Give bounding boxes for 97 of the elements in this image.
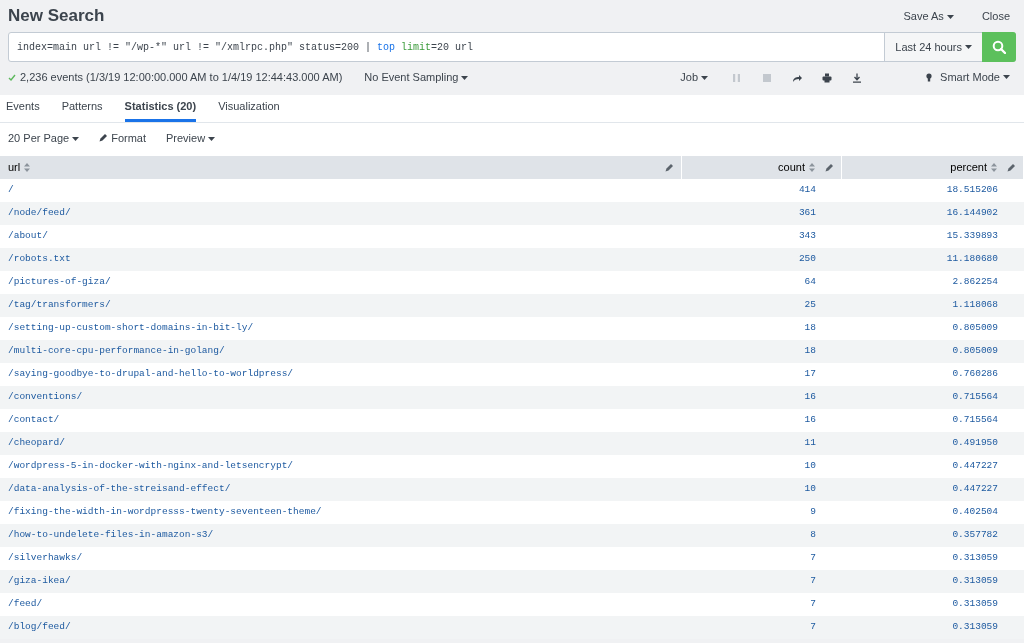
check-icon xyxy=(8,73,16,81)
table-cell: 18 xyxy=(804,344,816,359)
table-cell: 414 xyxy=(798,183,816,198)
table-cell: 16 xyxy=(804,413,816,428)
table-cell: 10 xyxy=(804,459,816,474)
url-cell: /tag/transformers/ xyxy=(8,298,111,313)
pencil-icon[interactable] xyxy=(1007,163,1015,172)
url-cell: /node/feed/ xyxy=(8,206,71,221)
lightbulb-icon xyxy=(926,72,933,82)
table-cell: 7 xyxy=(810,620,816,635)
table-cell: 7 xyxy=(810,551,816,566)
table-cell: 17 xyxy=(804,367,816,382)
pencil-icon xyxy=(99,134,108,142)
table-cell: 25 xyxy=(804,298,816,313)
table-cell: 2.862254 xyxy=(952,275,998,290)
table-cell: 0.402504 xyxy=(952,505,998,520)
table-cell: 11 xyxy=(804,436,816,451)
results-tab[interactable]: Events xyxy=(6,94,40,122)
url-cell: /blog/feed/ xyxy=(8,620,71,635)
url-cell: /robots.txt xyxy=(8,252,71,267)
url-cell: /how-to-undelete-files-in-amazon-s3/ xyxy=(8,528,214,543)
table-cell: 0.805009 xyxy=(952,321,998,336)
caret-icon xyxy=(208,136,216,141)
table-cell: 0.805009 xyxy=(952,344,998,359)
caret-icon xyxy=(701,75,709,80)
pencil-icon[interactable] xyxy=(825,163,833,172)
table-cell: 343 xyxy=(798,229,816,244)
table-cell: 9 xyxy=(810,505,816,520)
per-page-dropdown[interactable]: 20 Per Page xyxy=(8,129,80,147)
results-tab[interactable]: Visualization xyxy=(218,94,280,122)
table-cell: 0.313059 xyxy=(952,597,998,612)
sampling-dropdown[interactable]: No Event Sampling xyxy=(358,68,475,86)
mode-dropdown[interactable]: Smart Mode xyxy=(920,68,1016,86)
url-cell: /data-analysis-of-the-streisand-effect/ xyxy=(8,482,231,497)
search-bar[interactable]: index=main url != "/wp-*" url != "/xmlrpc.php" status=200 | top limit=20 url Last 24 hours xyxy=(8,32,1016,62)
table-cell: 8 xyxy=(810,528,816,543)
table-cell: 0.313059 xyxy=(952,620,998,635)
pencil-icon[interactable] xyxy=(665,163,673,172)
url-cell: /giza-ikea/ xyxy=(8,574,71,589)
table-cell: 0.715564 xyxy=(952,390,998,405)
caret-icon xyxy=(1003,75,1010,79)
url-cell: /contact/ xyxy=(8,413,60,428)
sort-icon xyxy=(809,163,815,172)
caret-icon xyxy=(72,136,80,141)
table-cell: 0.447227 xyxy=(952,459,998,474)
url-cell: /silverhawks/ xyxy=(8,551,83,566)
url-cell: /pictures-of-giza/ xyxy=(8,275,111,290)
share-icon[interactable] xyxy=(792,72,803,83)
event-summary: 2,236 events (1/3/19 12:00:00.000 AM to 1/4/19 12:44:43.000 AM) xyxy=(20,69,343,85)
table-cell: 7 xyxy=(810,574,816,589)
column-header[interactable]: url xyxy=(8,159,31,176)
table-cell: 7 xyxy=(810,597,816,612)
table-cell: 1.118068 xyxy=(952,298,998,313)
table-cell: 64 xyxy=(804,275,816,290)
table-cell: 250 xyxy=(798,252,816,267)
url-cell: /wordpress-5-in-docker-with-nginx-and-letsencrypt/ xyxy=(8,459,294,474)
table-cell: 0.313059 xyxy=(952,574,998,589)
table-cell: 0.715564 xyxy=(952,413,998,428)
url-cell: /setting-up-custom-short-domains-in-bit-ly/ xyxy=(8,321,254,336)
menu-button[interactable]: Close xyxy=(975,7,1016,25)
job-dropdown[interactable]: Job xyxy=(674,68,715,86)
table-cell: 10 xyxy=(804,482,816,497)
table-cell: 18 xyxy=(804,321,816,336)
url-cell: /cheopard/ xyxy=(8,436,65,451)
print-icon[interactable] xyxy=(822,72,833,83)
url-cell: /fixing-the-width-in-wordpresss-twenty-seventeen-theme/ xyxy=(8,505,322,520)
table-cell: 0.760286 xyxy=(952,367,998,382)
download-icon[interactable] xyxy=(852,72,863,83)
format-button[interactable]: Format xyxy=(99,129,146,147)
table-cell: 0.313059 xyxy=(952,551,998,566)
table-cell: 361 xyxy=(798,206,816,221)
table-cell: 18.515206 xyxy=(946,183,998,198)
caret-icon xyxy=(461,75,469,80)
column-header[interactable]: percent xyxy=(950,159,997,176)
preview-dropdown[interactable]: Preview xyxy=(166,129,216,147)
table-cell: 15.339893 xyxy=(946,229,998,244)
table-cell: 16 xyxy=(804,390,816,405)
url-cell: /saying-goodbye-to-drupal-and-hello-to-worldpress/ xyxy=(8,367,294,382)
time-range-dropdown[interactable]: Last 24 hours xyxy=(884,33,982,61)
url-cell: /conventions/ xyxy=(8,390,83,405)
page-title: New Search xyxy=(8,5,105,27)
url-cell: /feed/ xyxy=(8,597,43,612)
search-icon xyxy=(992,40,1006,54)
column-header[interactable]: count xyxy=(778,159,815,176)
menu-button[interactable]: Save As xyxy=(897,7,960,25)
caret-icon xyxy=(965,45,972,49)
table-cell: 0.357782 xyxy=(952,528,998,543)
url-cell: / xyxy=(8,183,14,198)
url-cell: /about/ xyxy=(8,229,48,244)
table-cell: 16.144902 xyxy=(946,206,998,221)
sort-icon xyxy=(24,163,31,172)
table-cell: 0.447227 xyxy=(952,482,998,497)
sort-icon xyxy=(991,163,997,172)
url-cell: /multi-core-cpu-performance-in-golang/ xyxy=(8,344,225,359)
results-tab[interactable]: Patterns xyxy=(61,94,103,122)
table-cell: 11.180680 xyxy=(946,252,998,267)
table-cell: 0.491950 xyxy=(952,436,998,451)
